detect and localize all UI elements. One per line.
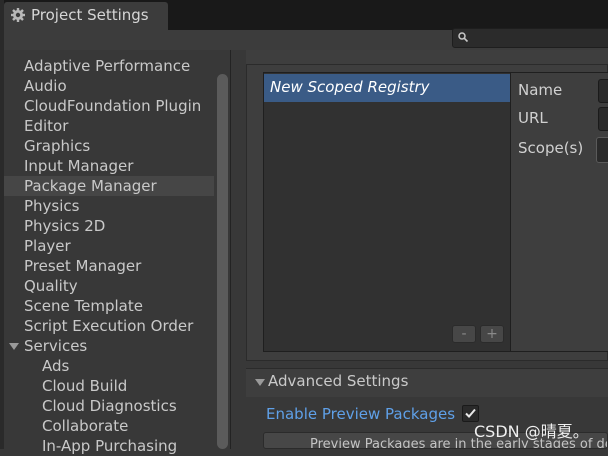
sidebar-item-ads[interactable]: Ads: [4, 356, 216, 376]
sidebar-item-script-execution-order[interactable]: Script Execution Order: [4, 316, 216, 336]
sidebar-item-package-manager[interactable]: Package Manager: [4, 176, 216, 196]
sidebar-item-services[interactable]: Services: [4, 336, 216, 356]
sidebar-item-preset-manager[interactable]: Preset Manager: [4, 256, 216, 276]
section-top: [246, 50, 608, 65]
url-label: URL: [518, 109, 548, 127]
sidebar-item-cloud-diagnostics[interactable]: Cloud Diagnostics: [4, 396, 216, 416]
window-title: Project Settings: [31, 6, 149, 24]
sidebar-item-collaborate[interactable]: Collaborate: [4, 416, 216, 436]
sidebar-item-cloud-build[interactable]: Cloud Build: [4, 376, 216, 396]
gear-icon: [11, 8, 25, 22]
sidebar-item-label: Physics: [24, 197, 80, 215]
sidebar-item-quality[interactable]: Quality: [4, 276, 216, 296]
sidebar-item-label: Quality: [24, 277, 78, 295]
sidebar-item-label: Player: [24, 237, 71, 255]
sidebar-item-label: Package Manager: [24, 177, 157, 195]
sidebar-item-cloudfoundation-plugin[interactable]: CloudFoundation Plugin: [4, 96, 216, 116]
sidebar-item-label: Scene Template: [24, 297, 143, 315]
advanced-settings-title: Advanced Settings: [268, 372, 409, 390]
sidebar-item-physics-2d[interactable]: Physics 2D: [4, 216, 216, 236]
sidebar-item-label: Audio: [24, 77, 67, 95]
registry-item-label: New Scoped Registry: [270, 78, 430, 96]
sidebar-item-player[interactable]: Player: [4, 236, 216, 256]
chevron-down-icon[interactable]: [9, 343, 19, 350]
sidebar-item-label: Script Execution Order: [24, 317, 194, 335]
name-field[interactable]: [598, 79, 608, 103]
sidebar-item-label: Services: [24, 337, 88, 355]
sidebar-item-label: Cloud Diagnostics: [42, 397, 177, 415]
sidebar-item-label: In-App Purchasing: [42, 437, 178, 455]
sidebar-item-label: Preset Manager: [24, 257, 142, 275]
url-field[interactable]: [598, 107, 608, 131]
scopes-field[interactable]: [596, 137, 608, 163]
sidebar-item-audio[interactable]: Audio: [4, 76, 216, 96]
sidebar-item-label: CloudFoundation Plugin: [24, 97, 202, 115]
sidebar-item-in-app-purchasing[interactable]: In-App Purchasing: [4, 436, 216, 456]
sidebar-item-input-manager[interactable]: Input Manager: [4, 156, 216, 176]
settings-sidebar: Adaptive Performance Audio CloudFoundati…: [4, 50, 230, 455]
search-input[interactable]: [452, 28, 608, 48]
enable-preview-packages-label[interactable]: Enable Preview Packages: [266, 405, 455, 423]
sidebar-item-label: Graphics: [24, 137, 91, 155]
sidebar-item-label: Adaptive Performance: [24, 57, 191, 75]
sidebar-scroll-thumb[interactable]: [217, 74, 228, 449]
sidebar-item-label: Cloud Build: [42, 377, 128, 395]
scopes-label: Scope(s): [518, 139, 584, 157]
name-label: Name: [518, 81, 563, 99]
chevron-down-icon[interactable]: [255, 379, 265, 386]
sidebar-item-label: Editor: [24, 117, 69, 135]
remove-registry-button[interactable]: -: [452, 325, 476, 343]
add-registry-button[interactable]: +: [480, 325, 504, 343]
sidebar-item-scene-template[interactable]: Scene Template: [4, 296, 216, 316]
sidebar-item-graphics[interactable]: Graphics: [4, 136, 216, 156]
sidebar-item-editor[interactable]: Editor: [4, 116, 216, 136]
sidebar-item-physics[interactable]: Physics: [4, 196, 216, 216]
sidebar-item-label: Collaborate: [42, 417, 129, 435]
sidebar-item-label: Input Manager: [24, 157, 134, 175]
sidebar-item-adaptive-performance[interactable]: Adaptive Performance: [4, 56, 216, 76]
watermark: CSDN @晴夏。: [474, 422, 589, 441]
sidebar-item-label: Ads: [42, 357, 70, 375]
registry-list: [263, 72, 511, 352]
sidebar-item-label: Physics 2D: [24, 217, 106, 235]
search-icon: [458, 32, 469, 43]
